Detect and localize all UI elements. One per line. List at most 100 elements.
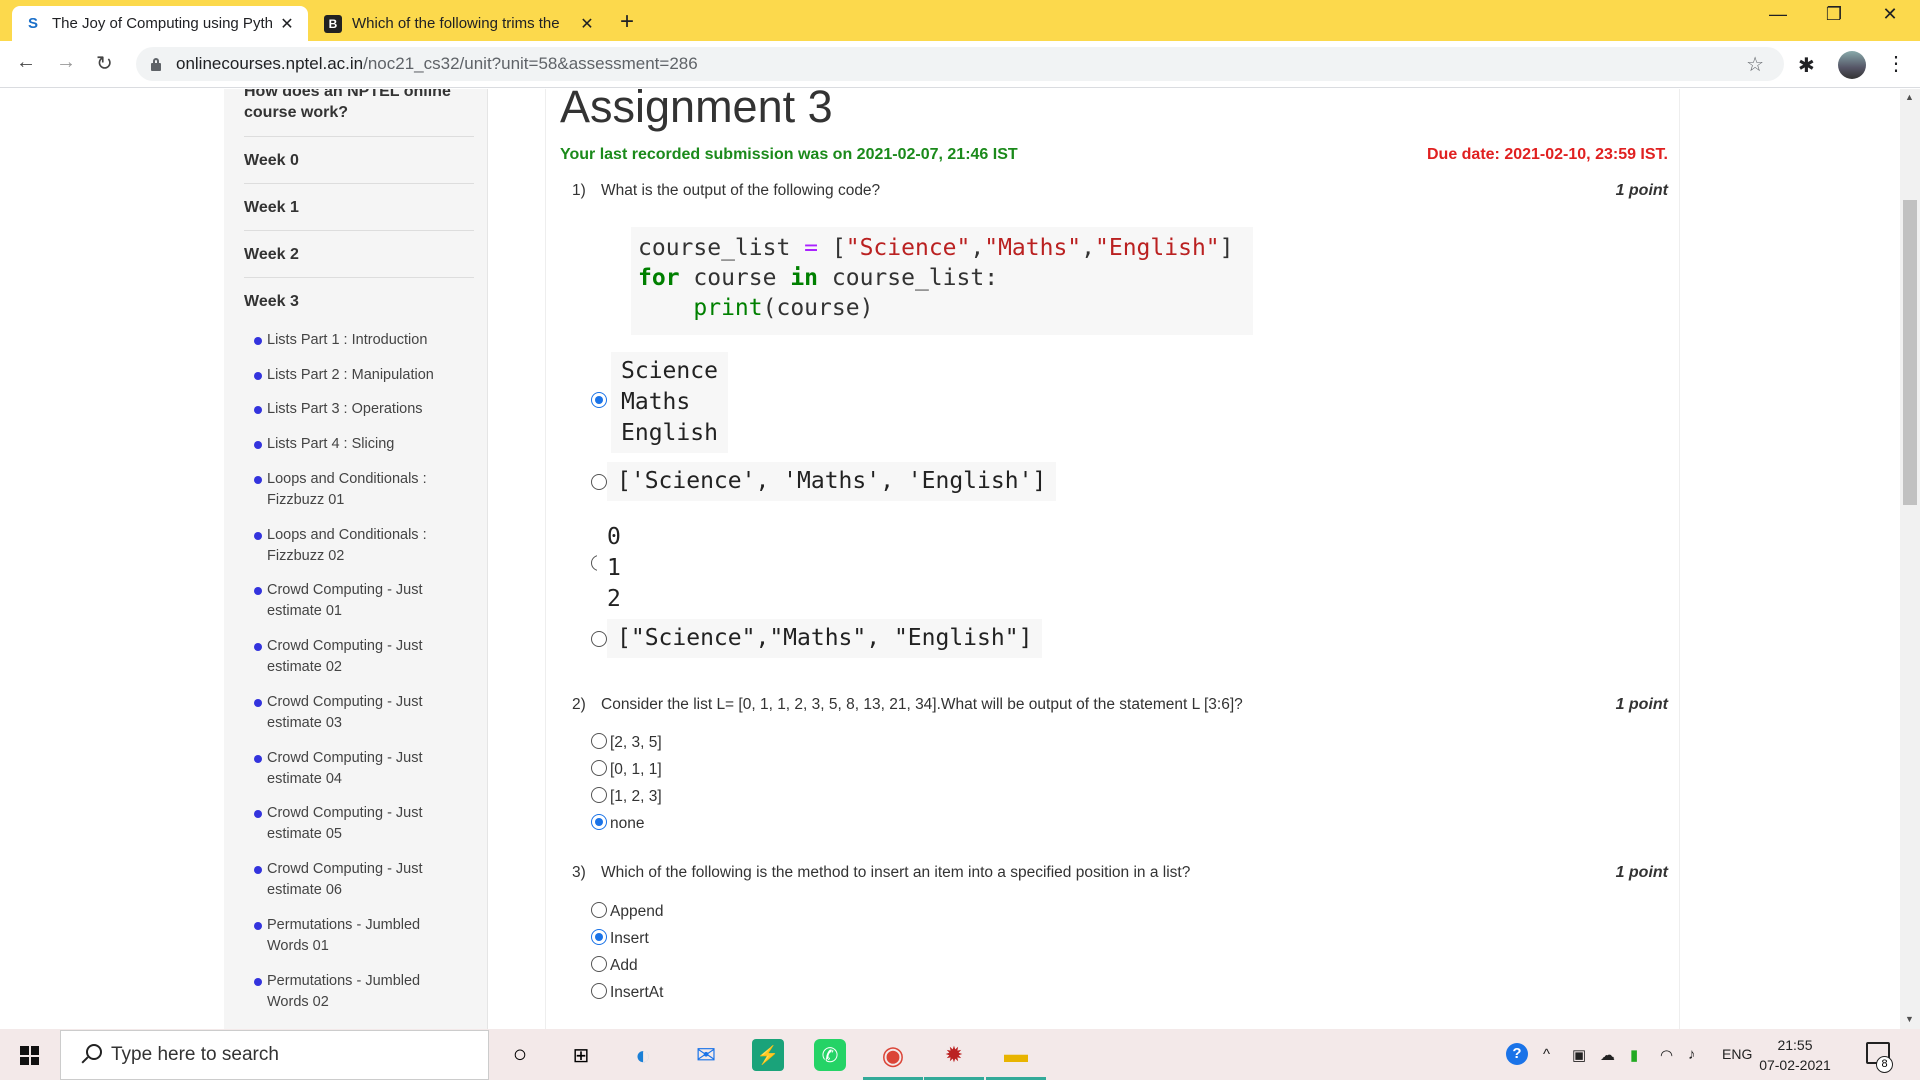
divider (244, 230, 474, 231)
swayam-app-icon[interactable]: ⚡ (752, 1039, 784, 1071)
q1-option-2-label[interactable]: ['Science', 'Maths', 'English'] (607, 462, 1057, 501)
forward-arrow-icon[interactable]: → (56, 51, 76, 74)
minimize-button[interactable]: — (1750, 4, 1806, 25)
reload-icon[interactable]: ↻ (96, 51, 113, 76)
swayam-favicon-icon: S (27, 15, 38, 32)
file-explorer-icon[interactable]: ▬ (1000, 1039, 1032, 1071)
sidebar-intro-link[interactable]: How does an NPTEL online course work? (244, 89, 474, 123)
close-tab-icon[interactable]: ✕ (578, 14, 596, 34)
q2-option-1-label[interactable]: [2, 3, 5] (610, 734, 662, 752)
sidebar-item[interactable]: Crowd Computing - Just estimate 03 (254, 692, 464, 734)
close-tab-icon[interactable]: ✕ (278, 14, 296, 34)
sidebar-week-1[interactable]: Week 1 (244, 199, 474, 217)
q2-option-4-radio[interactable] (591, 814, 607, 830)
wifi-icon[interactable]: ◠ (1660, 1046, 1673, 1064)
sidebar-item[interactable]: Lists Part 2 : Manipulation (254, 365, 464, 386)
tab-trims-question[interactable]: B Which of the following trims the ✕ (312, 6, 608, 41)
sidebar-item[interactable]: Lists Part 1 : Introduction (254, 330, 464, 351)
edge-browser-icon[interactable]: ◐ (627, 1039, 659, 1071)
sidebar-week-3[interactable]: Week 3 (244, 293, 474, 311)
battery-icon[interactable]: ▮ (1630, 1046, 1638, 1064)
taskbar-search-input[interactable]: Type here to search (60, 1030, 489, 1080)
back-arrow-icon[interactable]: ← (16, 51, 36, 74)
address-bar[interactable]: onlinecourses.nptel.ac.in/noc21_cs32/uni… (136, 47, 1784, 81)
q3-option-2-label[interactable]: Insert (610, 930, 649, 948)
q3-option-4-radio[interactable] (591, 983, 607, 999)
question-text: Consider the list L= [0, 1, 1, 2, 3, 5, … (601, 696, 1243, 713)
extensions-puzzle-icon[interactable]: ✱ (1798, 53, 1815, 78)
q1-option-1-label[interactable]: Science Maths English (611, 352, 728, 453)
q3-option-3-radio[interactable] (591, 956, 607, 972)
q2-option-3-radio[interactable] (591, 787, 607, 803)
language-indicator[interactable]: ENG (1722, 1046, 1752, 1062)
sidebar-item[interactable]: Crowd Computing - Just estimate 02 (254, 636, 464, 678)
question-points: 1 point (1615, 182, 1668, 199)
meet-now-icon[interactable]: ▣ (1572, 1046, 1586, 1064)
sidebar-item[interactable]: Crowd Computing - Just estimate 01 (254, 580, 464, 622)
url-host: onlinecourses.nptel.ac.in (176, 54, 364, 73)
tab-joy-of-computing[interactable]: S The Joy of Computing using Pyth ✕ (12, 6, 308, 41)
q3-option-4-label[interactable]: InsertAt (610, 984, 663, 1002)
help-icon[interactable]: ? (1506, 1043, 1528, 1065)
app-gear-icon[interactable]: ✹ (938, 1039, 970, 1071)
q1-option-4-label[interactable]: ["Science","Maths", "English"] (607, 619, 1043, 658)
sidebar-item[interactable]: Crowd Computing - Just estimate 05 (254, 803, 464, 845)
sidebar-item[interactable]: Loops and Conditionals : Fizzbuzz 02 (254, 525, 464, 567)
code-token: in (790, 265, 819, 291)
sidebar-item[interactable]: Lists Part 3 : Operations (254, 399, 464, 420)
code-token: ] (1219, 235, 1234, 261)
sidebar-item[interactable]: Lists Part 4 : Slicing (254, 434, 464, 455)
code-token: course_list (638, 235, 805, 261)
volume-icon[interactable]: ♪ (1688, 1046, 1696, 1063)
windows-start-icon[interactable] (20, 1046, 39, 1065)
task-view-icon[interactable]: ⊞ (565, 1039, 597, 1071)
restore-button[interactable]: ❐ (1806, 4, 1862, 25)
q1-option-4-radio[interactable] (591, 631, 607, 647)
sidebar-item[interactable]: Permutations - Jumbled Words 02 (254, 971, 464, 1013)
q2-option-1-radio[interactable] (591, 733, 607, 749)
code-token: [ (818, 235, 846, 261)
taskbar-clock[interactable]: 21:55 07-02-2021 (1752, 1035, 1838, 1075)
lock-icon[interactable] (150, 57, 162, 71)
scroll-up-icon[interactable]: ▲ (1905, 92, 1914, 102)
scroll-down-icon[interactable]: ▼ (1905, 1014, 1914, 1024)
code-token: (course) (762, 295, 874, 321)
q2-option-4-label[interactable]: none (610, 815, 644, 833)
close-window-button[interactable]: ✕ (1862, 4, 1918, 25)
due-date: Due date: 2021-02-10, 23:59 IST. (1426, 146, 1668, 163)
code-token: = (804, 235, 819, 261)
bookmark-star-icon[interactable]: ☆ (1746, 52, 1764, 77)
new-tab-button[interactable]: + (620, 8, 634, 36)
mail-icon[interactable]: ✉ (690, 1039, 722, 1071)
q3-option-3-label[interactable]: Add (610, 957, 638, 975)
sidebar-item[interactable]: Crowd Computing - Just estimate 06 (254, 859, 464, 901)
q2-option-3-label[interactable]: [1, 2, 3] (610, 788, 662, 806)
q3-option-1-radio[interactable] (591, 902, 607, 918)
question-points: 1 point (1615, 696, 1668, 713)
cortana-icon[interactable]: ○ (504, 1039, 536, 1071)
chrome-icon[interactable]: ◉ (877, 1039, 909, 1071)
sidebar-item[interactable]: Loops and Conditionals : Fizzbuzz 01 (254, 469, 464, 511)
last-submission-notice: Your last recorded submission was on 202… (560, 146, 1018, 163)
q1-option-3-label[interactable]: 0 1 2 (597, 518, 631, 619)
browser-menu-icon[interactable]: ⋮ (1886, 51, 1906, 76)
q3-option-2-radio[interactable] (591, 929, 607, 945)
q2-option-2-radio[interactable] (591, 760, 607, 776)
sidebar-week-0[interactable]: Week 0 (244, 152, 474, 170)
sidebar-week-2[interactable]: Week 2 (244, 246, 474, 264)
chevron-up-icon[interactable]: ^ (1543, 1046, 1550, 1063)
q2-option-2-label[interactable]: [0, 1, 1] (610, 761, 662, 779)
q3-option-1-label[interactable]: Append (610, 903, 663, 921)
clock-time: 21:55 (1777, 1037, 1813, 1053)
question-1: 1) What is the output of the following co… (572, 182, 880, 200)
sidebar-item[interactable]: Permutations - Jumbled Words 01 (254, 915, 464, 957)
q1-option-1-radio[interactable] (591, 392, 607, 408)
code-token: "English" (1095, 235, 1220, 261)
scrollbar-thumb[interactable] (1903, 200, 1917, 505)
sidebar-item[interactable]: Crowd Computing - Just estimate 04 (254, 748, 464, 790)
profile-avatar[interactable] (1838, 51, 1866, 79)
q1-option-2-radio[interactable] (591, 474, 607, 490)
whatsapp-icon[interactable]: ✆ (814, 1039, 846, 1071)
onedrive-icon[interactable]: ☁ (1600, 1046, 1615, 1064)
